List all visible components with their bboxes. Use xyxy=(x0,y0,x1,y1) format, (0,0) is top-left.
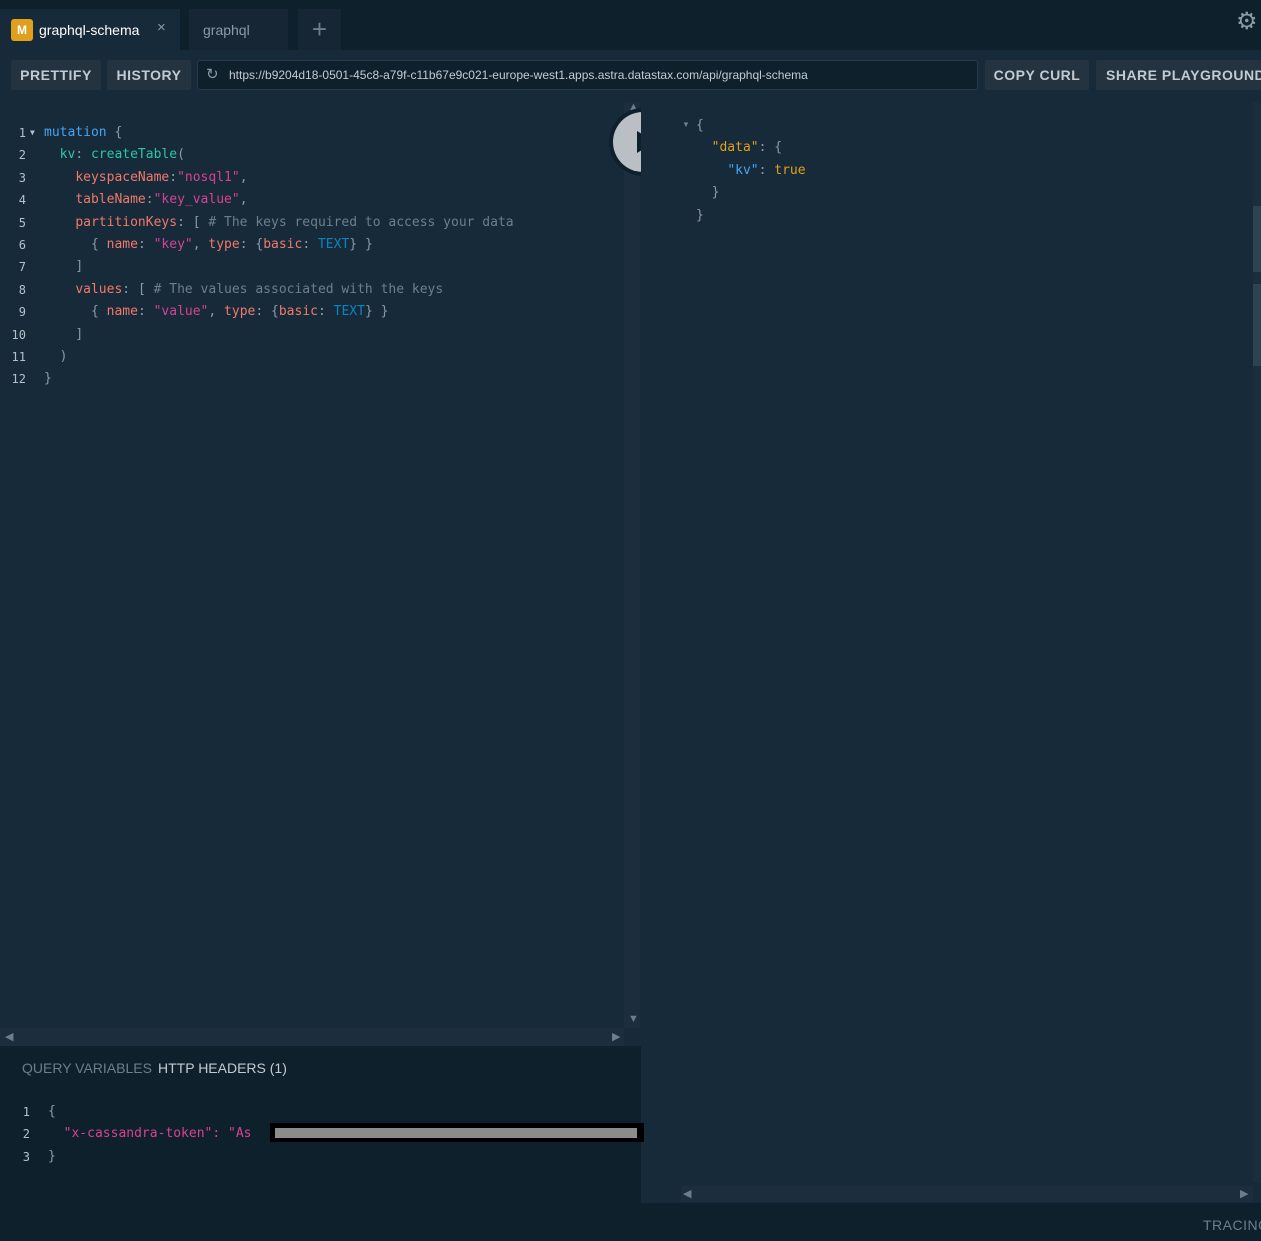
code-line-8: values: [ # The values associated with t… xyxy=(75,281,444,297)
line-number: 2 xyxy=(22,1127,30,1142)
scroll-left-icon[interactable]: ◀ xyxy=(5,1030,13,1043)
toolbar: PRETTIFY HISTORY ↻ https://b9204d18-0501… xyxy=(0,50,1261,102)
scroll-right-icon[interactable]: ▶ xyxy=(1240,1187,1248,1200)
tab-graphql[interactable]: graphql xyxy=(189,9,288,50)
result-line: } xyxy=(696,185,720,201)
line-number: 11 xyxy=(11,349,26,364)
line-number: 5 xyxy=(18,215,26,230)
line-number: 3 xyxy=(22,1149,30,1164)
code-line-3: keyspaceName:"nosql1", xyxy=(75,169,248,185)
tab-http-headers[interactable]: HTTP HEADERS (1) xyxy=(158,1060,287,1076)
code-line-6: { name: "key", type: {basic: TEXT} } xyxy=(90,236,373,252)
code-line-10: ] xyxy=(75,326,84,342)
line-number: 3 xyxy=(18,170,26,185)
tab-graphql-schema[interactable]: M graphql-schema × xyxy=(0,9,180,50)
tab-method-badge: M xyxy=(11,18,33,41)
result-line: { xyxy=(696,118,704,133)
line-number: 2 xyxy=(18,148,26,163)
scroll-left-icon[interactable]: ◀ xyxy=(683,1187,691,1200)
line-number: 1 xyxy=(22,1105,30,1119)
scroll-down-icon[interactable]: ▼ xyxy=(628,1013,639,1025)
header-line-2: "x-cassandra-token": "As xyxy=(48,1126,252,1142)
code-line-4: tableName:"key_value", xyxy=(75,192,248,208)
code-line-9: { name: "value", type: {basic: TEXT} } xyxy=(90,304,389,320)
code-line-1: mutation { xyxy=(44,125,123,140)
code-line-12: } xyxy=(44,371,52,387)
fold-arrow-icon[interactable]: ▼ xyxy=(30,122,35,144)
header-line-3: } xyxy=(48,1148,56,1164)
prettify-button[interactable]: PRETTIFY xyxy=(11,60,101,90)
fold-arrow-icon[interactable]: ▼ xyxy=(682,120,690,129)
editor-vertical-scrollbar[interactable] xyxy=(624,102,640,1028)
header-line-1: { xyxy=(48,1104,56,1119)
add-tab-button[interactable]: + xyxy=(298,9,341,50)
tab-label: graphql-schema xyxy=(39,21,140,38)
tab-bar: M graphql-schema × graphql + ⚙ xyxy=(0,0,1261,50)
scroll-thumb[interactable] xyxy=(1253,284,1261,366)
code-line-5: partitionKeys: [ # The keys required to … xyxy=(75,214,514,230)
tab-query-variables[interactable]: QUERY VARIABLES xyxy=(22,1060,152,1076)
redaction-bar xyxy=(275,1128,637,1138)
query-editor[interactable]: 1 ▼ mutation { 2 kv: createTable( 3 keyspa… xyxy=(0,101,640,1046)
code-line-2: kv: createTable( xyxy=(59,147,185,163)
result-horizontal-scrollbar[interactable] xyxy=(681,1186,1253,1202)
result-line: "data": { xyxy=(711,140,783,156)
line-number: 8 xyxy=(18,282,26,297)
line-number: 4 xyxy=(18,193,26,208)
scroll-thumb[interactable] xyxy=(1253,206,1261,272)
line-number: 1 xyxy=(18,126,26,140)
endpoint-url-text: https://b9204d18-0501-45c8-a79f-c11b67e9… xyxy=(229,68,808,82)
code-line-7: ] xyxy=(75,259,84,275)
code-line-11: ) xyxy=(59,348,68,364)
scroll-right-icon[interactable]: ▶ xyxy=(612,1030,620,1043)
tracing-tab[interactable]: TRACING xyxy=(1203,1217,1261,1233)
tab-label: graphql xyxy=(203,21,250,38)
history-button[interactable]: HISTORY xyxy=(107,60,191,90)
reload-icon[interactable]: ↻ xyxy=(206,67,220,82)
result-line: } xyxy=(696,207,704,223)
footer-bar: TRACING xyxy=(0,1203,1261,1241)
editor-horizontal-scrollbar[interactable] xyxy=(0,1028,624,1046)
redacted-token xyxy=(270,1123,644,1142)
result-json: { "data": { "kv": true } } xyxy=(696,115,806,227)
line-number: 7 xyxy=(18,260,26,275)
result-pane: ▼ { "data": { "kv": true } } ◀ ▶ xyxy=(641,102,1261,1203)
line-number: 12 xyxy=(11,372,26,387)
line-number: 10 xyxy=(11,327,26,342)
gear-icon[interactable]: ⚙ xyxy=(1236,10,1260,34)
endpoint-url-input[interactable]: ↻ https://b9204d18-0501-45c8-a79f-c11b67… xyxy=(197,60,978,90)
close-icon[interactable]: × xyxy=(157,20,169,35)
line-number: 9 xyxy=(18,305,26,320)
copy-curl-button[interactable]: COPY CURL xyxy=(985,60,1089,90)
line-number: 6 xyxy=(18,237,26,252)
result-line: "kv": true xyxy=(727,162,806,178)
share-playground-button[interactable]: SHARE PLAYGROUND xyxy=(1096,60,1261,90)
